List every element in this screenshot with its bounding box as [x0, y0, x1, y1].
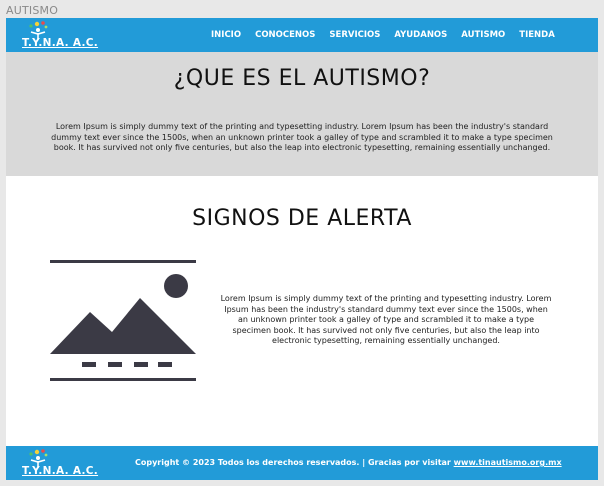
logo-text: T.Y.N.A. A.C.	[22, 37, 99, 49]
nav-item-autismo[interactable]: AUTISMO	[461, 30, 505, 40]
signs-title: SIGNOS DE ALERTA	[192, 206, 412, 231]
hero-section: ¿QUE ES EL AUTISMO? Lorem Ipsum is simpl…	[6, 52, 598, 176]
main-nav: INICIO CONOCENOS SERVICIOS AYUDANOS AUTI…	[211, 18, 569, 52]
footer-site-link[interactable]: www.tinautismo.org.mx	[454, 458, 562, 467]
window-title: AUTISMO	[6, 4, 59, 17]
site-footer: T.Y.N.A. A.C. Copyright © 2023 Todos los…	[6, 446, 598, 480]
nav-item-tienda[interactable]: TIENDA	[519, 30, 555, 40]
footer-logo[interactable]: T.Y.N.A. A.C.	[22, 448, 98, 478]
nav-item-inicio[interactable]: INICIO	[211, 30, 241, 40]
image-placeholder-icon	[50, 260, 196, 381]
hero-title: ¿QUE ES EL AUTISMO?	[173, 66, 431, 91]
site-header: T.Y.N.A. A.C. INICIO CONOCENOS SERVICIOS…	[6, 18, 598, 52]
copyright-text: Copyright © 2023 Todos los derechos rese…	[135, 458, 454, 467]
page: T.Y.N.A. A.C. INICIO CONOCENOS SERVICIOS…	[6, 18, 598, 480]
nav-item-ayudanos[interactable]: AYUDANOS	[394, 30, 447, 40]
nav-item-conocenos[interactable]: CONOCENOS	[255, 30, 315, 40]
nav-item-servicios[interactable]: SERVICIOS	[329, 30, 380, 40]
site-logo[interactable]: T.Y.N.A. A.C.	[22, 20, 98, 50]
signs-body: Lorem Ipsum is simply dummy text of the …	[220, 294, 552, 346]
hero-body: Lorem Ipsum is simply dummy text of the …	[51, 122, 553, 153]
footer-logo-text: T.Y.N.A. A.C.	[22, 465, 99, 477]
footer-copyright: Copyright © 2023 Todos los derechos rese…	[135, 458, 562, 467]
